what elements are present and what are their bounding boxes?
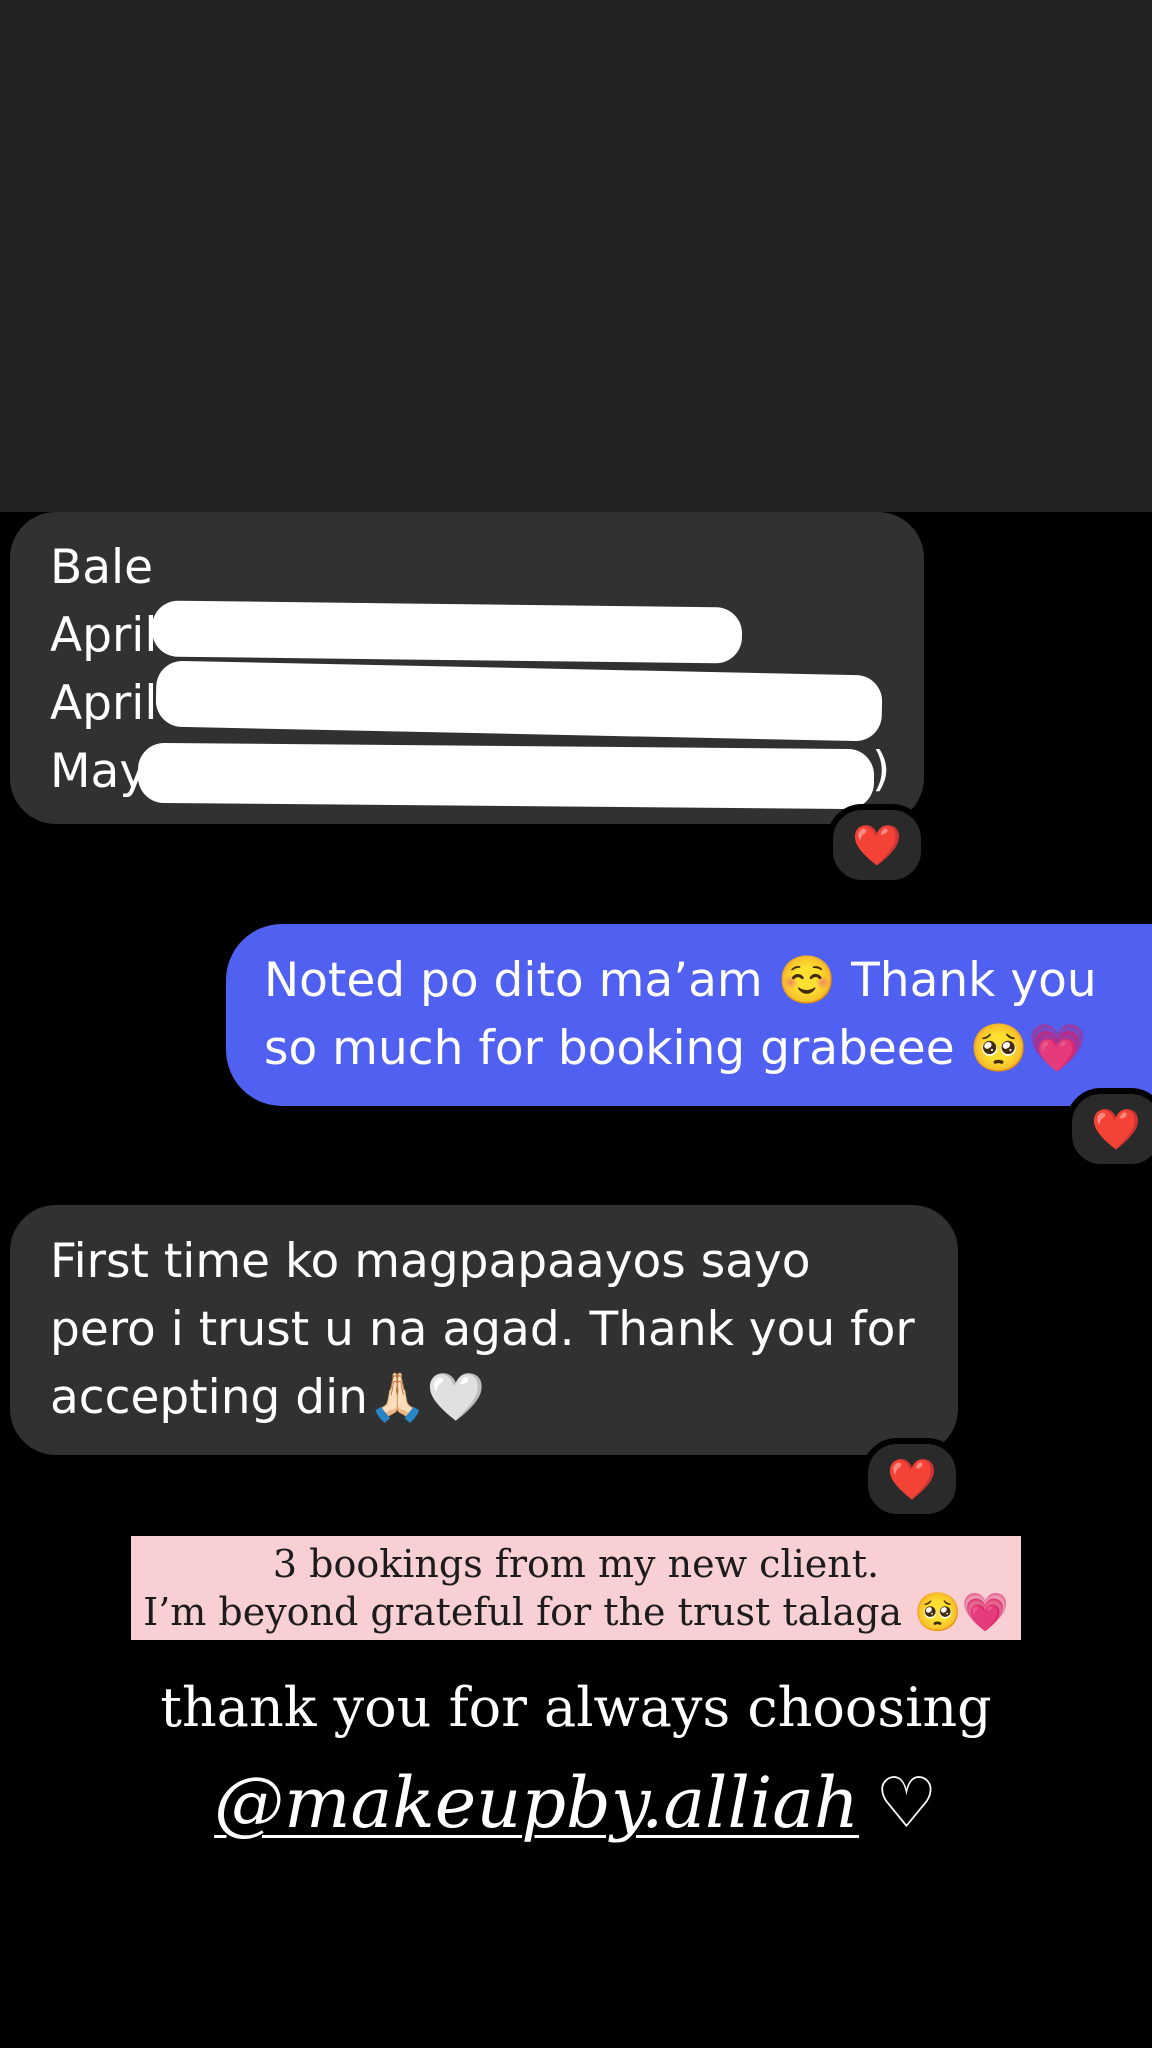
story-caption: 3 bookings from my new client. I’m beyon… bbox=[131, 1536, 1021, 1640]
message-bubble-outgoing[interactable]: Noted po dito ma’am ☺️ Thank you so much… bbox=[226, 924, 1152, 1106]
heart-reaction[interactable]: ❤️ bbox=[827, 804, 927, 886]
thanks-text: thank you for always choosing bbox=[160, 1676, 992, 1739]
mention-handle[interactable]: @makeupby.alliah ♡ bbox=[0, 1762, 1152, 1844]
heart-reaction[interactable]: ❤️ bbox=[862, 1438, 962, 1520]
message-text: Bale bbox=[50, 540, 154, 595]
message-text: accepting din🙏🏻🤍 bbox=[50, 1370, 486, 1425]
message-text: pero i trust u na agad. Thank you for bbox=[50, 1302, 915, 1357]
heart-outline-icon: ♡ bbox=[875, 1762, 938, 1844]
redaction-mark bbox=[137, 742, 875, 810]
message-bubble-incoming[interactable]: First time ko magpapaayos sayo pero i tr… bbox=[10, 1205, 958, 1455]
heart-reaction[interactable]: ❤️ bbox=[1066, 1088, 1152, 1170]
message-text: First time ko magpapaayos sayo bbox=[50, 1234, 811, 1289]
mention-link[interactable]: @makeupby.alliah bbox=[214, 1762, 859, 1844]
caption-line: I’m beyond grateful for the trust talaga… bbox=[143, 1590, 1009, 1634]
message-text: so much for booking grabeee 🥺💗 bbox=[264, 1021, 1087, 1076]
redaction-mark bbox=[151, 600, 743, 664]
top-band bbox=[0, 0, 1152, 512]
message-text-closing: ) bbox=[872, 742, 891, 797]
message-text: Noted po dito ma’am ☺️ Thank you bbox=[264, 953, 1097, 1008]
caption-line: 3 bookings from my new client. bbox=[272, 1542, 880, 1586]
